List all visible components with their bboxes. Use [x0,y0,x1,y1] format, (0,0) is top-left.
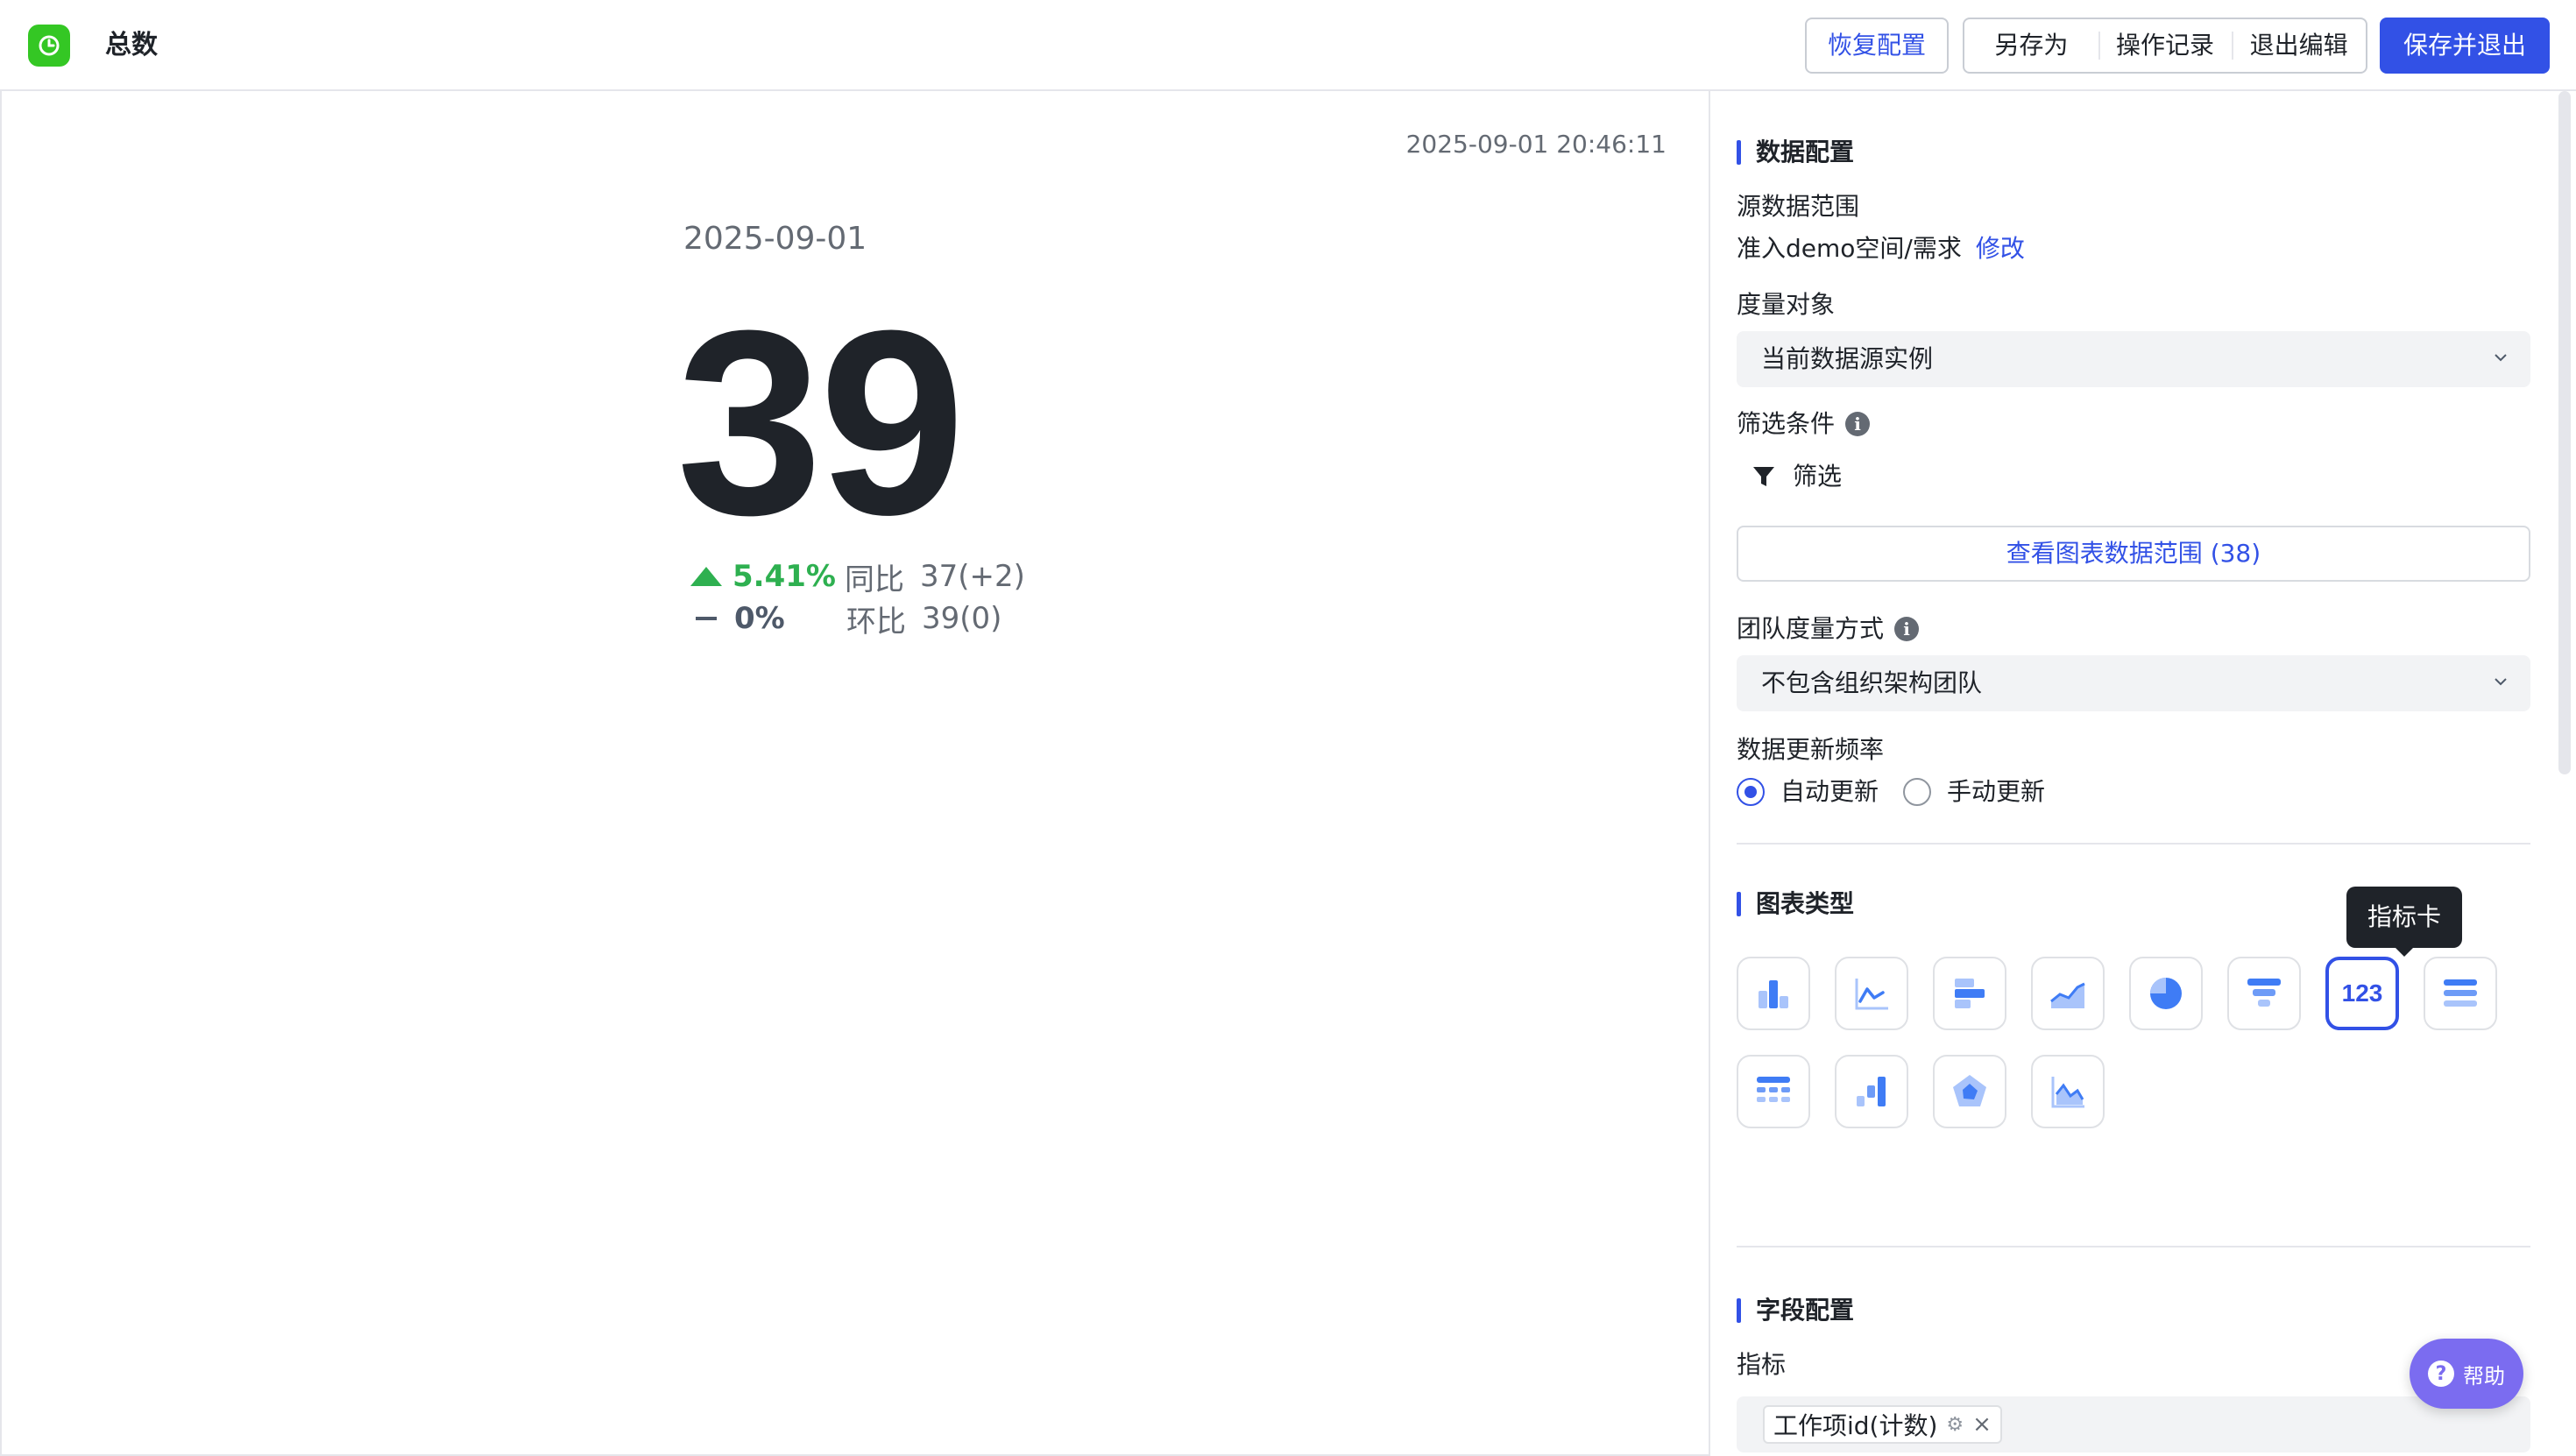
view-data-range-button[interactable]: 查看图表数据范围 (38) [1737,526,2530,582]
chart-type-bar[interactable] [1933,957,2006,1030]
section-divider [1737,843,2530,845]
update-freq-label: 数据更新频率 [1737,735,1885,764]
yoy-value: 37(+2) [920,559,1025,594]
field-config-title: 字段配置 [1737,1295,1854,1326]
measure-object-value: 当前数据源实例 [1761,344,1934,373]
help-label: 帮助 [2463,1363,2505,1389]
metric-card-icon-text: 123 [2341,979,2383,1007]
filter-label: 筛选条件 [1737,409,1836,438]
funnel-icon [1753,467,1774,486]
chart-type-title: 图表类型 [1737,888,1854,920]
list-chart-icon [2444,979,2477,1007]
bar-chart-icon [1955,979,1985,1008]
gear-icon[interactable]: ⚙ [1946,1414,1964,1436]
close-icon[interactable]: × [1972,1411,1992,1438]
chart-type-radar[interactable] [1933,1055,2006,1128]
update-freq-radio-group: 自动更新 手动更新 [1737,776,2070,808]
source-range-row: 准入demo空间/需求 修改 [1737,233,2025,265]
chart-type-column[interactable] [1737,957,1810,1030]
team-measure-value: 不包含组织架构团队 [1761,668,1983,697]
chart-type-line[interactable] [1835,957,1908,1030]
mom-value: 39(0) [922,601,1002,636]
history-button[interactable]: 操作记录 [2098,19,2233,72]
line-chart-icon [1855,979,1888,1010]
area-chart-icon [2050,982,2085,1008]
restore-config-button[interactable]: 恢复配置 [1805,18,1949,74]
filter-button[interactable]: 筛选 [1751,461,1842,492]
chart-type-funnel[interactable] [2227,957,2301,1030]
info-icon[interactable]: i [1894,617,1920,641]
metric-value: 39 [676,275,966,569]
waterfall-chart-icon [1857,1077,1886,1106]
chart-type-tooltip: 指标卡 [2346,887,2462,957]
pie-chart-icon [2150,978,2182,1009]
save-and-exit-button[interactable]: 保存并退出 [2380,18,2550,74]
mom-label: 环比 [846,604,906,640]
metric-date: 2025-09-01 [683,221,867,257]
source-range-value: 准入demo空间/需求 [1737,234,1962,263]
app-logo-icon [28,25,70,67]
combo-chart-icon [2051,1077,2084,1108]
team-measure-select[interactable]: 不包含组织架构团队 [1737,655,2530,711]
team-measure-label: 团队度量方式 [1737,614,1885,643]
chart-type-area[interactable] [2031,957,2105,1030]
filter-button-label: 筛选 [1793,462,1843,491]
question-icon: ? [2428,1361,2454,1387]
trend-up-icon [690,567,722,586]
top-header: 总数 恢复配置 另存为 操作记录 退出编辑 保存并退出 [0,0,2576,91]
yoy-row: 5.41% 同比 37(+2) [690,555,1025,597]
measure-object-label: 度量对象 [1737,290,1836,319]
panel-scrollbar[interactable] [2558,91,2571,774]
trend-flat-icon [696,617,717,620]
column-chart-icon [1759,980,1788,1008]
filter-label-row: 筛选条件 i [1737,408,1871,440]
update-timestamp: 2025-09-01 20:46:11 [1405,130,1667,159]
page-title: 总数 [105,30,158,60]
radio-auto-label: 自动更新 [1780,777,1879,806]
source-range-label: 源数据范围 [1737,192,1860,221]
source-edit-link[interactable]: 修改 [1976,234,2025,263]
yoy-percent: 5.41% [732,559,836,594]
metric-field-box[interactable]: 工作项id(计数) ⚙ × [1737,1396,2530,1452]
data-config-title: 数据配置 [1737,137,1854,168]
chart-type-table[interactable] [1737,1055,1810,1128]
chart-type-waterfall[interactable] [1835,1055,1908,1128]
chart-type-metric-card[interactable]: 123 [2325,957,2399,1030]
radio-manual-update[interactable] [1903,778,1932,806]
chevron-down-icon [2495,678,2507,686]
measure-object-select[interactable]: 当前数据源实例 [1737,331,2530,387]
metric-field-label: 指标 [1737,1350,1787,1379]
help-button[interactable]: ? 帮助 [2410,1339,2523,1409]
chart-type-pie[interactable] [2129,957,2203,1030]
save-as-button[interactable]: 另存为 [1964,19,2098,72]
radar-chart-icon [1953,1075,1986,1106]
radio-manual-label: 手动更新 [1947,777,2046,806]
config-panel: 数据配置 源数据范围 准入demo空间/需求 修改 度量对象 当前数据源实例 筛选… [1710,91,2576,1456]
funnel-chart-icon [2247,979,2281,1007]
metric-tag-label: 工作项id(计数) [1773,1411,1938,1440]
chart-type-list[interactable] [2424,957,2497,1030]
exit-edit-button[interactable]: 退出编辑 [2232,19,2366,72]
yoy-label: 同比 [845,562,904,597]
info-icon[interactable]: i [1845,412,1871,436]
chevron-down-icon [2495,354,2507,362]
mom-row: 0% 环比 39(0) [690,597,1001,640]
chart-type-combo[interactable] [2031,1055,2105,1128]
chart-preview: 2025-09-01 20:46:11 2025-09-01 39 5.41% … [0,91,1710,1456]
mom-percent: 0% [734,601,785,636]
section-divider [1737,1246,2530,1247]
table-chart-icon [1757,1077,1790,1102]
action-button-group: 另存为 操作记录 退出编辑 [1963,18,2367,74]
radio-auto-update[interactable] [1737,778,1765,806]
metric-tag[interactable]: 工作项id(计数) ⚙ × [1763,1405,2002,1444]
team-measure-label-row: 团队度量方式 i [1737,613,1920,645]
